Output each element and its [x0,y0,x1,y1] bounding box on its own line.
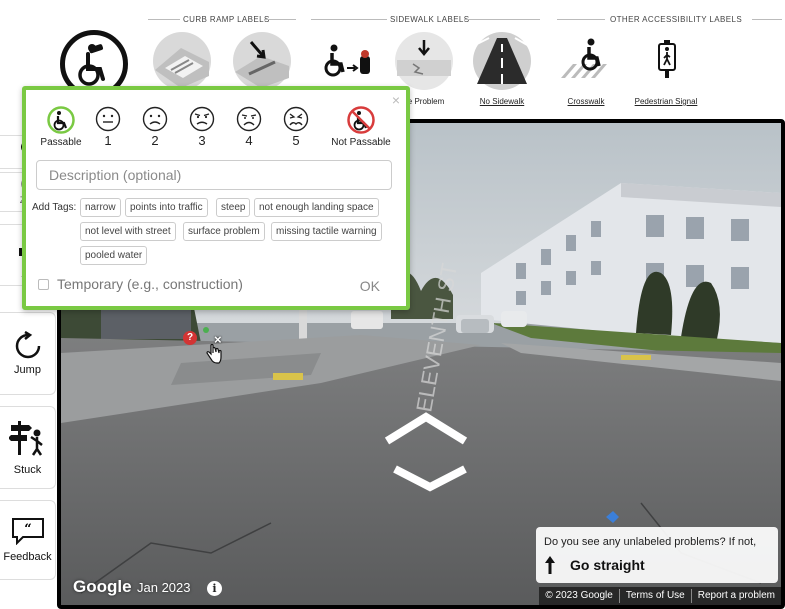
severity-4-icon [236,106,262,132]
jump-icon [15,331,40,359]
not-passable-label: Not Passable [331,137,391,148]
hand-cursor-icon [206,343,222,364]
group-divider [311,19,387,20]
group-title-other: OTHER ACCESSIBILITY LABELS [610,15,743,24]
severity-popup: × Passable 1 2 3 4 5 Not Passable Descri… [22,86,410,310]
tag-missing-tactile-warning[interactable]: missing tactile warning [271,222,382,241]
tag-points-into-traffic[interactable]: points into traffic [125,198,208,217]
nav-forward-arrow[interactable] [383,411,469,447]
feedback-button[interactable]: “ Feedback [0,500,56,580]
stuck-label: Stuck [13,464,42,476]
severity-1-icon [95,106,121,132]
report-problem-link[interactable]: Report a problem [690,589,781,603]
ok-button[interactable]: OK [360,278,380,294]
tag-not-level-with-street[interactable]: not level with street [80,222,176,241]
description-input[interactable] [36,160,392,190]
tag-steep[interactable]: steep [216,198,251,217]
stuck-icon [8,421,43,456]
pedestrian-signal-label: Pedestrian Signal [634,97,698,106]
jump-label: Jump [14,364,41,376]
label-marker[interactable]: ? [183,331,197,345]
arrow-up-icon [545,556,555,574]
group-divider [264,19,296,20]
go-straight-button[interactable]: Go straight [544,555,645,575]
info-icon[interactable]: i [207,581,222,596]
map-footer: © 2023 Google Terms of Use Report a prob… [539,587,781,605]
temporary-checkbox-row[interactable]: Temporary (e.g., construction) [38,276,243,292]
feedback-label: Feedback [3,551,52,563]
passable-icon [47,106,75,134]
pedestrian-signal-icon [635,30,697,92]
tag-not-enough-landing-space[interactable]: not enough landing space [254,198,379,217]
no-sidewalk-label: No Sidewalk [479,97,525,106]
add-tags-label: Add Tags: [32,202,77,213]
crosswalk-label: Crosswalk [567,97,605,106]
unlabeled-problems-prompt: Do you see any unlabeled problems? If no… [536,527,778,583]
crosswalk-icon [555,30,617,92]
capture-date: Jan 2023 [137,580,191,595]
group-divider [148,19,180,20]
curb-ramp-icon [151,30,213,92]
surface-problem-icon [393,30,455,92]
group-divider [464,19,540,20]
severity-3-icon [189,106,215,132]
crosswalk-button[interactable]: Crosswalk [544,30,628,110]
severity-2-icon [142,106,168,132]
group-title-curb-ramp: CURB RAMP LABELS [183,15,270,24]
missing-curb-ramp-icon [231,30,293,92]
severity-5-label: 5 [292,133,300,148]
stuck-button[interactable]: Stuck [0,406,56,489]
feedback-icon: “ [11,518,44,545]
tag-pooled-water[interactable]: pooled water [80,246,148,265]
obstacle-icon [315,30,377,92]
tag-narrow[interactable]: narrow [80,198,121,217]
nav-back-arrow[interactable] [391,463,469,493]
copyright-text: © 2023 Google [545,590,613,601]
pedestrian-signal-button[interactable]: Pedestrian Signal [624,30,708,110]
google-logo: Google [73,577,132,596]
prompt-question: Do you see any unlabeled problems? If no… [544,536,757,548]
not-passable-icon [347,106,375,134]
temporary-checkbox[interactable] [38,278,49,290]
go-straight-label: Go straight [570,557,645,573]
tag-surface-problem[interactable]: surface problem [183,222,265,241]
severity-5[interactable]: 5 [266,106,326,148]
group-divider [752,19,782,20]
terms-link[interactable]: Terms of Use [618,589,691,603]
no-sidewalk-icon [471,30,533,92]
no-sidewalk-button[interactable]: No Sidewalk [460,30,544,110]
severity-5-icon [283,106,309,132]
temporary-label: Temporary (e.g., construction) [57,276,243,292]
group-title-sidewalk: SIDEWALK LABELS [390,15,470,24]
severity-not-passable[interactable]: Not Passable [326,106,396,148]
label-marker-dot [203,327,209,333]
group-divider [557,19,605,20]
jump-button[interactable]: Jump [0,312,56,395]
svg-text:“: “ [24,522,31,537]
